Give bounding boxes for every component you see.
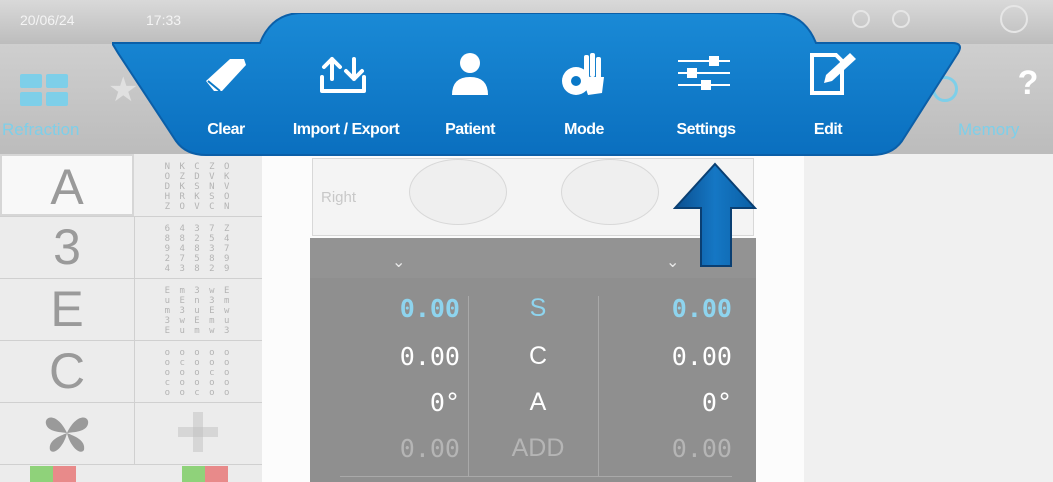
- import-export-button[interactable]: Import / Export: [276, 121, 416, 145]
- person-icon[interactable]: [448, 51, 492, 102]
- left-cylinder-value[interactable]: 0.00: [582, 342, 732, 371]
- tab-refraction-label: Refraction: [2, 120, 80, 139]
- right-sphere-value[interactable]: 0.00: [310, 294, 460, 323]
- sidebar-row-tests[interactable]: [0, 402, 262, 465]
- sidebar-row-landolt-c[interactable]: C o o o o o o c o o o o o o c o c o o o …: [0, 340, 262, 403]
- left-add-value[interactable]: 0.00: [582, 434, 732, 463]
- tab-memory-label: Memory: [958, 120, 1020, 139]
- import-export-icon[interactable]: [318, 51, 368, 102]
- edit-button[interactable]: Edit: [798, 121, 858, 145]
- left-axis-value[interactable]: 0°: [582, 388, 732, 417]
- mode-button[interactable]: Mode: [548, 121, 620, 145]
- eraser-icon[interactable]: [200, 51, 252, 102]
- right-axis-value[interactable]: 0°: [310, 388, 460, 417]
- right-eye-icon[interactable]: [409, 159, 507, 225]
- refraction-panel: ⌄ ⌄ 0.00 S 0.00 0.00 C 0.00 0° A 0° 0.00…: [310, 238, 756, 482]
- right-cylinder-value[interactable]: 0.00: [310, 342, 460, 371]
- chart-preview[interactable]: 6 4 3 7 Z 8 8 2 5 4 9 4 8 3 7 2 7 5 8 9 …: [150, 224, 246, 274]
- chart-preview[interactable]: E m 3 w E u E n 3 m m 3 u E w 3 w E m u …: [150, 286, 246, 336]
- status-date: 20/06/24: [20, 12, 75, 28]
- hand-gear-icon[interactable]: [558, 51, 608, 104]
- divider: [340, 476, 732, 477]
- clear-button[interactable]: Clear: [196, 121, 256, 145]
- cross-grid-icon[interactable]: [150, 410, 246, 456]
- chevron-down-icon[interactable]: ⌄: [392, 252, 405, 272]
- optotype-sidebar: A N K C Z O O Z D V K D K S N V H R K S …: [0, 154, 262, 482]
- param-label-c: C: [528, 342, 548, 370]
- sidebar-row-tumbling-e[interactable]: E E m 3 w E u E n 3 m m 3 u E w 3 w E m …: [0, 278, 262, 341]
- green-red-test-right[interactable]: [182, 466, 228, 482]
- right-eye-label: Right: [321, 189, 357, 206]
- edit-icon[interactable]: [808, 51, 860, 102]
- green-red-test-left[interactable]: [30, 466, 76, 482]
- landolt-c-icon[interactable]: C: [0, 340, 135, 402]
- divider: [468, 296, 469, 476]
- action-toolbar: Clear Import / Export Patient Mode Setti…: [112, 13, 964, 167]
- grid-icon: [20, 74, 70, 108]
- param-label-a: A: [529, 388, 547, 416]
- arrow-up-icon: [672, 160, 758, 273]
- chart-preview[interactable]: N K C Z O O Z D V K D K S N V H R K S O …: [150, 162, 246, 212]
- target-icon[interactable]: [1000, 5, 1028, 33]
- right-add-value[interactable]: 0.00: [310, 434, 460, 463]
- left-sphere-value[interactable]: 0.00: [582, 294, 732, 323]
- sidebar-row-numbers[interactable]: 3 6 4 3 7 Z 8 8 2 5 4 9 4 8 3 7 2 7 5 8 …: [0, 216, 262, 279]
- left-eye-icon[interactable]: [561, 159, 659, 225]
- settings-button[interactable]: Settings: [658, 121, 754, 145]
- number-3-icon[interactable]: 3: [0, 216, 135, 278]
- param-label-add: ADD: [511, 434, 565, 462]
- letter-e-icon[interactable]: E: [0, 278, 135, 340]
- help-icon[interactable]: ?: [1008, 64, 1048, 108]
- sliders-icon[interactable]: [676, 51, 732, 100]
- chart-preview[interactable]: o o o o o o c o o o o o o c o c o o o o …: [150, 348, 246, 398]
- butterfly-icon[interactable]: [0, 402, 135, 464]
- param-label-s: S: [529, 294, 547, 322]
- patient-button[interactable]: Patient: [430, 121, 510, 145]
- right-pane: [804, 154, 1053, 482]
